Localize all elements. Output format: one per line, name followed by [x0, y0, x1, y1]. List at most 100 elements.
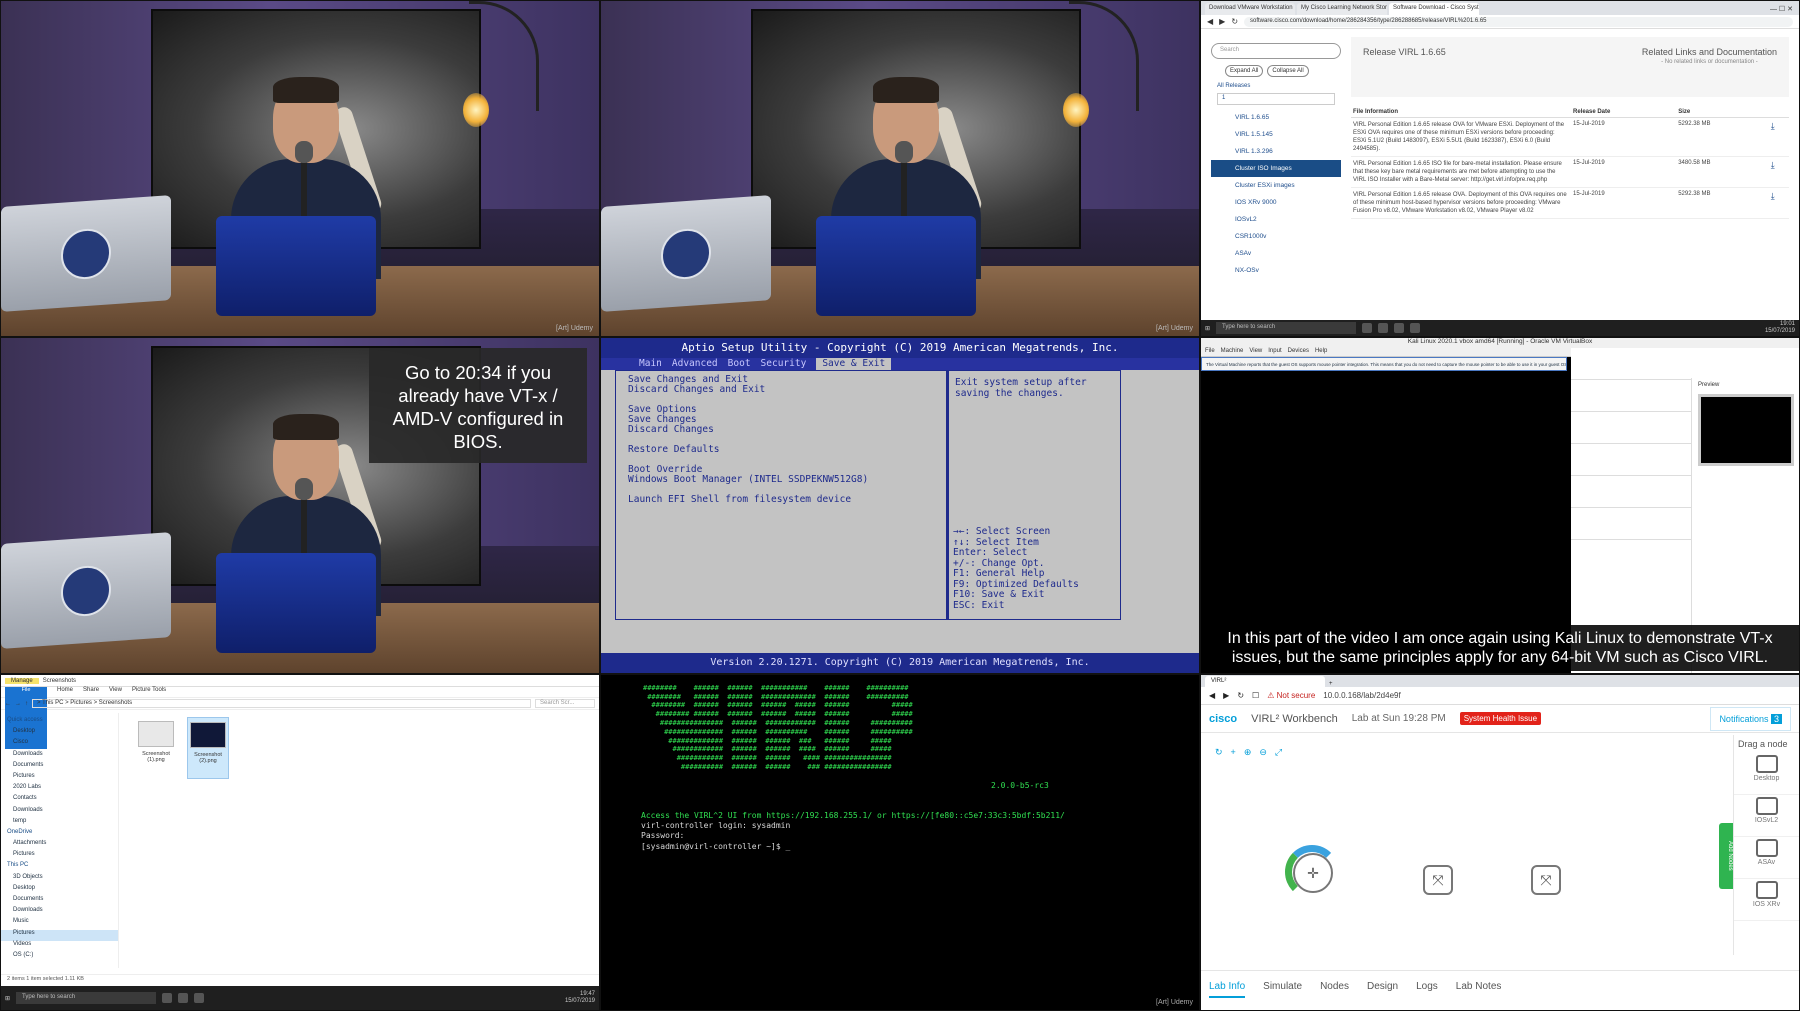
taskbar-app-icon[interactable]	[1410, 323, 1421, 333]
reload-icon[interactable]: ↻	[1237, 691, 1244, 700]
download-icon[interactable]: ⤓	[1768, 187, 1789, 219]
nav-item[interactable]: Attachments	[1, 840, 118, 851]
release-tree-item[interactable]: IOS XRv 9000	[1211, 194, 1341, 211]
zoom-in-icon[interactable]: ⊕	[1244, 747, 1252, 758]
forward-icon[interactable]: ▶	[1219, 17, 1225, 26]
notifications-button[interactable]: Notifications 3	[1710, 706, 1791, 731]
bios-menu-item[interactable]: Save & Exit	[816, 358, 892, 370]
reload-icon[interactable]: ↻	[1231, 17, 1238, 26]
breadcrumb[interactable]: > This PC > Pictures > Screenshots	[32, 699, 531, 708]
list-item[interactable]	[1571, 348, 1691, 380]
palette-node[interactable]: ASAv	[1734, 837, 1799, 879]
back-icon[interactable]: ◀	[1207, 17, 1213, 26]
router-node-icon[interactable]: ✛	[1293, 853, 1333, 893]
bios-option[interactable]: Discard Changes	[628, 425, 934, 435]
taskbar-app-icon[interactable]	[1378, 323, 1389, 333]
nav-item[interactable]: This PC	[1, 862, 118, 873]
release-select[interactable]: 1	[1217, 93, 1335, 105]
not-secure-warning[interactable]: ⚠ Not secure	[1267, 691, 1315, 700]
switch-node-icon[interactable]: ⤧	[1531, 865, 1561, 895]
virl-console[interactable]: ######## ###### ###### ########### #####…	[600, 674, 1200, 1011]
list-item[interactable]	[1571, 444, 1691, 476]
nav-item[interactable]: Cisco	[1, 739, 118, 750]
back-icon[interactable]: ◀	[1209, 691, 1215, 700]
release-tree-item[interactable]: CSR1000v	[1211, 228, 1341, 245]
nav-item[interactable]: Downloads	[1, 807, 118, 818]
windows-start-icon[interactable]: ⊞	[1205, 325, 1210, 332]
nav-item[interactable]: Downloads	[1, 907, 118, 918]
release-tree-item[interactable]: Cluster ESXi images	[1211, 177, 1341, 194]
lab-tab[interactable]: Design	[1367, 981, 1398, 992]
back-icon[interactable]: ←	[5, 701, 11, 707]
browser-tab[interactable]: Download VMware Workstation	[1205, 3, 1295, 15]
nav-item[interactable]: OneDrive	[1, 829, 118, 840]
nav-item[interactable]: Pictures	[1, 773, 118, 784]
release-tree-item[interactable]: NX-OSv	[1211, 262, 1341, 279]
browser-tab-active[interactable]: Software Download - Cisco Systems	[1389, 3, 1479, 15]
expand-all-button[interactable]: Expand All	[1225, 65, 1264, 77]
release-tree-item[interactable]: IOSvL2	[1211, 211, 1341, 228]
taskbar-app-icon[interactable]	[1362, 323, 1373, 333]
ribbon-tab[interactable]: Home	[57, 687, 73, 697]
up-icon[interactable]: ↑	[25, 701, 28, 707]
download-icon[interactable]: ⤓	[1768, 117, 1789, 157]
bios-menu-item[interactable]: Advanced	[672, 358, 718, 370]
palette-node[interactable]: Desktop	[1734, 753, 1799, 795]
all-releases-label[interactable]: All Releases	[1217, 83, 1335, 89]
release-tree-item[interactable]: VIRL 1.5.145	[1211, 126, 1341, 143]
taskbar-app-icon[interactable]	[162, 993, 173, 1003]
bookmark-icon[interactable]: ☐	[1252, 691, 1259, 700]
bios-menu-item[interactable]: Main	[639, 358, 662, 370]
nav-item[interactable]: 3D Objects	[1, 874, 118, 885]
nav-item[interactable]: Documents	[1, 896, 118, 907]
vbox-menu-item[interactable]: Machine	[1221, 348, 1244, 356]
ribbon-tab[interactable]: View	[109, 687, 122, 697]
bios-option[interactable]: Launch EFI Shell from filesystem device	[628, 495, 934, 505]
forward-icon[interactable]: →	[15, 701, 21, 707]
release-tree-item[interactable]: Cluster ISO Images	[1211, 160, 1341, 177]
lab-tab[interactable]: Nodes	[1320, 981, 1349, 992]
manage-tab[interactable]: Manage	[5, 677, 39, 684]
url-field[interactable]: 10.0.0.168/lab/2d4e9f	[1323, 691, 1400, 700]
release-tree-item[interactable]: VIRL 1.3.296	[1211, 143, 1341, 160]
taskbar-search[interactable]: Type here to search	[16, 992, 157, 1004]
nav-item[interactable]: Desktop	[1, 728, 118, 739]
list-item[interactable]	[1571, 412, 1691, 444]
nav-item[interactable]: 2020 Labs	[1, 784, 118, 795]
palette-node[interactable]: IOSvL2	[1734, 795, 1799, 837]
nav-item[interactable]: Videos	[1, 941, 118, 952]
url-field[interactable]: software.cisco.com/download/home/2862843…	[1244, 16, 1793, 27]
vbox-menu-item[interactable]: File	[1205, 348, 1215, 356]
search-input[interactable]: Search	[1211, 43, 1341, 59]
list-item[interactable]	[1571, 476, 1691, 508]
nav-item[interactable]: Pictures	[1, 851, 118, 862]
bios-option[interactable]: Restore Defaults	[628, 445, 934, 455]
lab-title[interactable]: Lab at Sun 19:28 PM	[1352, 713, 1446, 724]
nav-item[interactable]: temp	[1, 818, 118, 829]
nav-item[interactable]: Music	[1, 918, 118, 929]
system-health-badge[interactable]: System Health Issue	[1459, 712, 1542, 725]
lab-tab[interactable]: Logs	[1416, 981, 1438, 992]
nav-item[interactable]: Quick access	[1, 717, 118, 728]
file-item[interactable]: Screenshot (1).png	[135, 717, 177, 779]
list-item[interactable]	[1571, 508, 1691, 540]
search-input[interactable]: Search Scr...	[535, 699, 595, 708]
release-tree-item[interactable]: VIRL 1.6.65	[1211, 109, 1341, 126]
release-tree-item[interactable]: ASAv	[1211, 245, 1341, 262]
taskbar-app-icon[interactable]	[194, 993, 205, 1003]
new-tab-icon[interactable]: +	[1329, 681, 1333, 687]
download-icon[interactable]: ⤓	[1768, 156, 1789, 188]
lab-tab[interactable]: Lab Notes	[1456, 981, 1502, 992]
nav-item[interactable]: Downloads	[1, 751, 118, 762]
add-nodes-tab[interactable]: Add Nodes	[1719, 823, 1733, 889]
window-controls[interactable]: — ☐ ✕	[1764, 3, 1799, 15]
lab-tab[interactable]: Lab Info	[1209, 981, 1246, 998]
palette-node[interactable]: IOS XRv	[1734, 879, 1799, 921]
forward-icon[interactable]: ▶	[1223, 691, 1229, 700]
taskbar-app-icon[interactable]	[178, 993, 189, 1003]
vbox-menu-item[interactable]: Input	[1268, 348, 1281, 356]
list-item[interactable]	[1571, 380, 1691, 412]
ribbon-tab[interactable]: Share	[83, 687, 99, 697]
bios-menu-item[interactable]: Security	[761, 358, 807, 370]
browser-tab-active[interactable]: VIRL²	[1205, 676, 1325, 687]
